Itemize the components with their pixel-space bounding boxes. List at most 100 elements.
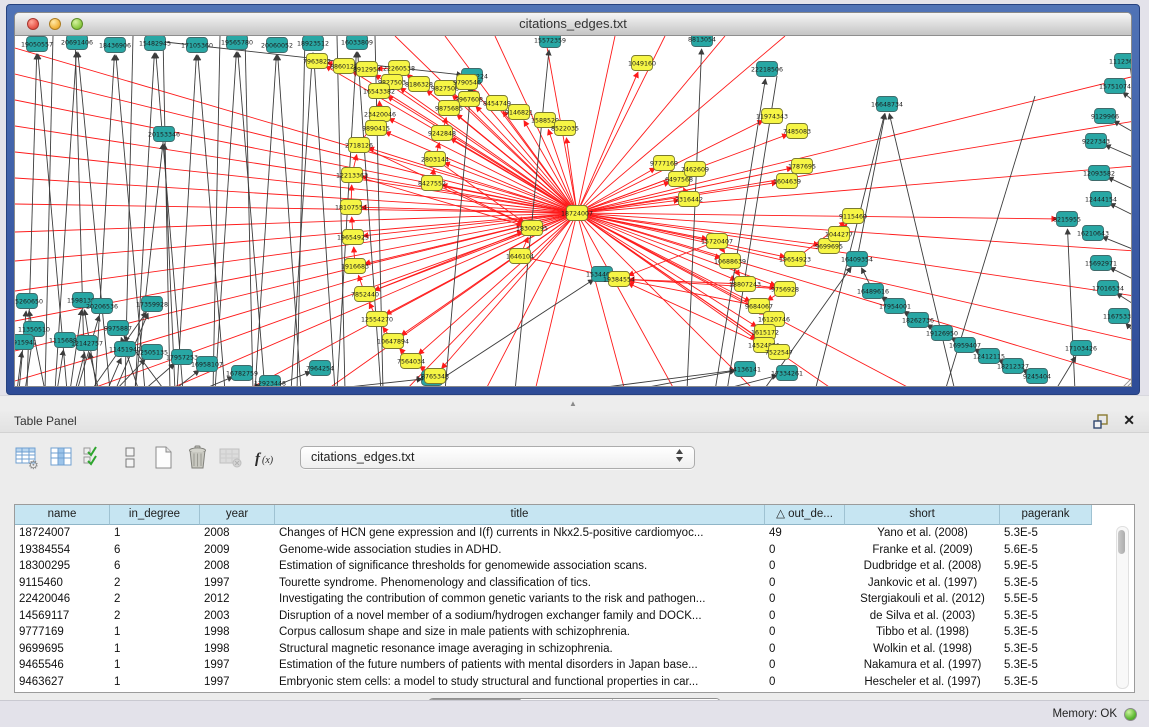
cell-short: Tibbo et al. (1998) [845, 624, 1000, 641]
cell-pagerank: 5.9E-5 [1000, 558, 1092, 575]
graph-node-label: 11123620 [1109, 58, 1131, 65]
graph-node-label: 22218506 [751, 66, 783, 73]
graph-node-label: 11974343 [756, 113, 788, 120]
graph-edge [245, 36, 253, 386]
cell-year: 1998 [200, 624, 275, 641]
function-builder-button[interactable]: f(x) [252, 444, 279, 471]
graph-node-label: 18436906 [99, 42, 131, 49]
graph-node-label: 15720407 [701, 238, 733, 245]
svg-text:f: f [255, 451, 262, 467]
table-row[interactable]: 1456911722003Disruption of a novel membe… [15, 608, 1134, 625]
graph-node-label: 16959407 [949, 342, 981, 349]
table-row[interactable]: 2242004622012Investigating the contribut… [15, 591, 1134, 608]
cell-title: Disruption of a novel member of a sodium… [275, 608, 765, 625]
graph-node-label: 11675334 [1103, 313, 1131, 320]
svg-text:⚙: ⚙ [28, 458, 39, 471]
table-mode-button[interactable]: ⚙ [14, 444, 41, 471]
graph-node-label: 6497568 [665, 176, 693, 183]
graph-node-label: 19126950 [926, 330, 958, 337]
cell-short: Nakamura et al. (1997) [845, 657, 1000, 674]
graph-node-label: 9242848 [428, 130, 456, 137]
graph-edge [1126, 323, 1131, 333]
float-panel-icon[interactable] [1092, 413, 1109, 430]
network-canvas[interactable]: 1905055720691406184369061548294517105360… [15, 36, 1131, 386]
select-columns-button[interactable] [82, 444, 109, 471]
row-height-button[interactable] [116, 444, 143, 471]
status-bar: Memory: OK [0, 700, 1149, 727]
cell-out_degree: 0 [765, 591, 845, 608]
graph-edge [297, 36, 305, 386]
graph-node-label: 1916683 [341, 263, 369, 270]
table-row[interactable]: 977716911998Corpus callosum shape and si… [15, 624, 1134, 641]
cell-out_degree: 0 [765, 575, 845, 592]
graph-edge [1102, 237, 1131, 250]
column-header-title[interactable]: title [275, 505, 765, 525]
cell-title: Estimation of the future numbers of pati… [275, 657, 765, 674]
graph-edge [577, 213, 819, 245]
cell-out_degree: 0 [765, 641, 845, 658]
graph-node-label: 12505135 [136, 349, 168, 356]
splitter-handle[interactable]: ▲ [568, 400, 578, 407]
network-window-frame: citations_edges.txt 19050557206914061843… [6, 4, 1140, 395]
graph-edge [15, 213, 577, 261]
graph-node-label: 19050557 [21, 41, 53, 48]
cell-pagerank: 5.3E-5 [1000, 674, 1092, 691]
cell-name: 9465546 [15, 657, 110, 674]
graph-node-label: 16958107 [191, 361, 223, 368]
graph-node-label: 10647894 [377, 338, 409, 345]
column-header-out_degree[interactable]: △ out_de... [765, 505, 845, 525]
table-toolbar: ⚙ f(x) citations_edges.txt [14, 442, 695, 472]
table-scrollbar[interactable] [1116, 526, 1129, 689]
graph-edge [278, 55, 301, 386]
graph-node-label: 12213363 [336, 172, 368, 179]
graph-node-label: 18923512 [297, 40, 329, 47]
cell-in_degree: 2 [110, 608, 200, 625]
graph-node-label: 2316442 [675, 196, 703, 203]
table-row[interactable]: 911546021997Tourette syndrome. Phenomeno… [15, 575, 1134, 592]
table-row[interactable]: 1872400712008Changes of HCN gene express… [15, 525, 1134, 542]
graph-node-label: 15482945 [139, 40, 171, 47]
cell-title: Changes of HCN gene expression and I(f) … [275, 525, 765, 542]
table-source-select[interactable]: citations_edges.txt [300, 446, 695, 469]
memory-indicator[interactable] [1124, 708, 1137, 721]
column-header-year[interactable]: year [200, 505, 275, 525]
table-panel: Table Panel ✕ ⚙f(x) citations_edges.txt … [0, 411, 1149, 700]
table-source-value: citations_edges.txt [311, 450, 675, 464]
scrollbar-thumb[interactable] [1118, 530, 1125, 554]
column-header-short[interactable]: short [845, 505, 1000, 525]
cell-year: 2008 [200, 525, 275, 542]
table-row[interactable]: 1938455462009Genome-wide association stu… [15, 542, 1134, 559]
graph-node-label: 17359928 [136, 301, 168, 308]
table-row[interactable]: 946362711997Embryonic stem cells: a mode… [15, 674, 1134, 691]
create-column-button[interactable] [150, 444, 177, 471]
table-row[interactable]: 969969511998Structural magnetic resonanc… [15, 641, 1134, 658]
graph-edge [215, 52, 236, 386]
graph-edge [628, 283, 764, 345]
column-header-name[interactable]: name [15, 505, 110, 525]
cell-year: 1997 [200, 657, 275, 674]
delete-column-button[interactable] [184, 444, 211, 471]
cell-in_degree: 2 [110, 575, 200, 592]
close-panel-icon[interactable]: ✕ [1123, 412, 1135, 429]
graph-node-label: 19654923 [779, 256, 811, 263]
graph-node-label: 14136141 [729, 366, 761, 373]
graph-node-label: 18807243 [729, 281, 761, 288]
panel-splitter[interactable]: ▲ [0, 395, 1149, 411]
network-window-titlebar[interactable]: citations_edges.txt [15, 13, 1131, 36]
graph-edge [423, 280, 594, 387]
show-columns-button[interactable] [48, 444, 75, 471]
column-header-pagerank[interactable]: pagerank [1000, 505, 1092, 525]
cell-in_degree: 1 [110, 674, 200, 691]
table-panel-body: ⚙ f(x) citations_edges.txt namein_degreey… [0, 433, 1149, 701]
table-row[interactable]: 1830029562008Estimation of significance … [15, 558, 1134, 575]
graph-edge [401, 213, 577, 335]
graph-node-label: 8813054 [688, 36, 716, 43]
node-table: namein_degreeyeartitle△ out_de...shortpa… [14, 504, 1135, 693]
graph-node-label: 19654925 [337, 234, 369, 241]
table-row[interactable]: 946554611997Estimation of the future num… [15, 657, 1134, 674]
cell-name: 9463627 [15, 674, 110, 691]
graph-node-label: 9146821 [505, 109, 533, 116]
graph-node-label: 18300295 [516, 225, 548, 232]
desktop: { "window": {"title": "citations_edges.t… [0, 0, 1149, 727]
column-header-in_degree[interactable]: in_degree [110, 505, 200, 525]
